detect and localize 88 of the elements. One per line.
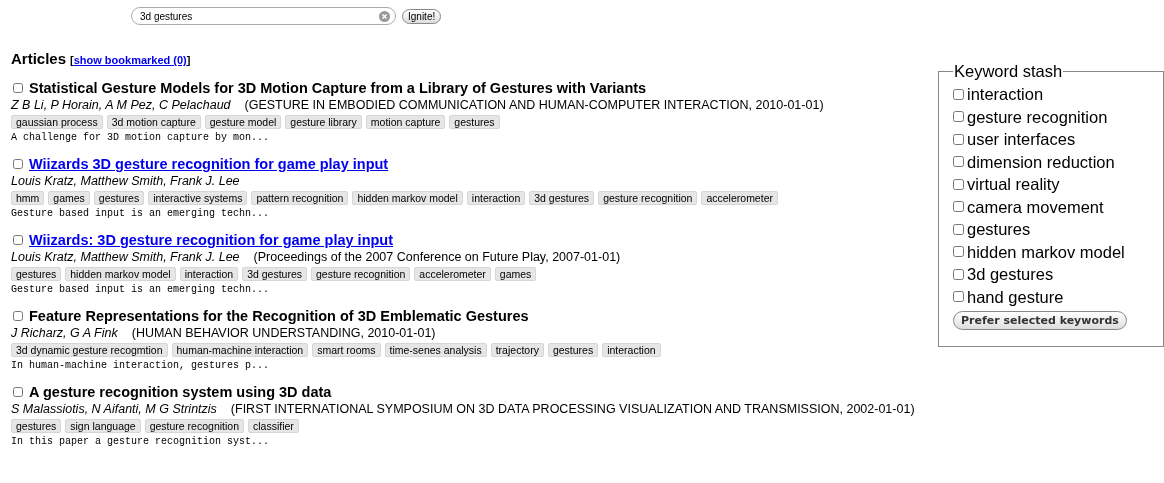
keyword-label[interactable]: virtual reality: [967, 173, 1060, 196]
keyword-label[interactable]: gestures: [967, 218, 1031, 241]
keyword-label[interactable]: dimension reduction: [967, 150, 1115, 173]
keyword-checkbox[interactable]: [953, 291, 964, 303]
keyword-label[interactable]: camera movement: [967, 195, 1104, 218]
prefer-keywords-button[interactable]: Prefer selected keywords: [953, 311, 1127, 330]
keyword-tag[interactable]: interaction: [602, 343, 661, 357]
keyword-tag[interactable]: hmm: [11, 191, 45, 205]
keyword-checkbox[interactable]: [953, 268, 964, 280]
keyword-tag[interactable]: smart rooms: [312, 343, 381, 357]
keyword-tag[interactable]: accelerometer: [414, 267, 491, 281]
article-snippet: A challenge for 3D motion capture by mon...: [11, 132, 271, 143]
clear-icon[interactable]: [379, 10, 390, 22]
keyword-tag[interactable]: classifier: [248, 419, 299, 433]
keyword-tag[interactable]: hidden markov model: [65, 267, 176, 281]
article-title-link[interactable]: Wiizards 3D gesture recognition for game play input: [29, 156, 389, 172]
bookmark-checkbox[interactable]: [13, 159, 23, 169]
article-snippet: In this paper a gesture recognition syst...: [11, 436, 271, 447]
article-authors: Z B Li, P Horain, A M Pez, C Pelachaud: [11, 98, 231, 112]
keyword-tag[interactable]: 3d motion capture: [106, 115, 201, 129]
show-bookmarked-link[interactable]: show bookmarked (0): [73, 54, 187, 66]
keyword-checkbox[interactable]: [953, 156, 964, 168]
keyword-tag[interactable]: interaction: [466, 191, 526, 205]
keyword-tag[interactable]: gestures: [449, 115, 500, 129]
keyword-checkbox[interactable]: [953, 111, 964, 123]
keyword-tag[interactable]: games: [494, 267, 537, 281]
bracket: [: [70, 54, 74, 66]
keyword-tag[interactable]: 3d gestures: [529, 191, 595, 205]
article-authors: J Richarz, G A Fink: [11, 326, 118, 340]
article-authors: Louis Kratz, Matthew Smith, Frank J. Lee: [11, 250, 240, 264]
search-input[interactable]: 3d gestures: [140, 10, 379, 22]
article-venue: (Proceedings of the 2007 Conference on Future Play, 2007-01-01): [253, 250, 621, 264]
keyword-tag[interactable]: gestures: [11, 267, 62, 281]
article-snippet: In human-machine interaction, gestures p...: [11, 360, 271, 371]
keyword-tag[interactable]: trajectory: [490, 343, 544, 357]
keyword-label[interactable]: interaction: [967, 83, 1044, 106]
keyword-label[interactable]: gesture recognition: [967, 105, 1108, 128]
keyword-tag[interactable]: time-senes analysis: [384, 343, 487, 357]
bookmark-checkbox[interactable]: [13, 83, 23, 93]
keyword-tag[interactable]: gesture recognition: [144, 419, 244, 433]
keyword-tag[interactable]: hidden markov model: [352, 191, 463, 205]
bookmark-checkbox[interactable]: [13, 311, 23, 321]
keyword-tag[interactable]: 3d dynamic gesture recogmtion: [11, 343, 168, 357]
article-title: Statistical Gesture Models for 3D Motion Capture from a Library of Gestures with Variants: [29, 80, 647, 96]
bookmark-checkbox[interactable]: [13, 387, 23, 397]
article-title: Feature Representations for the Recognition of 3D Emblematic Gestures: [29, 308, 529, 324]
keyword-tag[interactable]: motion capture: [365, 115, 446, 129]
article-authors: Louis Kratz, Matthew Smith, Frank J. Lee: [11, 174, 240, 188]
keyword-tag[interactable]: accelerometer: [701, 191, 778, 205]
keyword-tag[interactable]: games: [48, 191, 90, 205]
keyword-tag[interactable]: gesture recognition: [598, 191, 698, 205]
article-snippet: Gesture based input is an emerging techn...: [11, 284, 271, 295]
keyword-tag[interactable]: gesture model: [204, 115, 282, 129]
article-title-link[interactable]: Wiizards: 3D gesture recognition for game play input: [29, 232, 394, 248]
article-snippet: Gesture based input is an emerging techn...: [11, 208, 271, 219]
keyword-label[interactable]: hidden markov model: [967, 240, 1125, 263]
article-title: A gesture recognition system using 3D data: [29, 384, 332, 400]
keyword-label[interactable]: 3d gestures: [967, 263, 1054, 286]
bookmark-checkbox[interactable]: [13, 235, 23, 245]
keyword-tag[interactable]: gestures: [11, 419, 62, 433]
article-venue: (GESTURE IN EMBODIED COMMUNICATION AND HUMAN-COMPUTER INTERACTION, 2010-01-01): [244, 98, 824, 112]
keyword-tag[interactable]: pattern recognition: [251, 191, 349, 205]
keyword-label[interactable]: hand gesture: [967, 285, 1064, 308]
keyword-tag[interactable]: 3d gestures: [242, 267, 307, 281]
keyword-checkbox[interactable]: [953, 201, 964, 213]
keyword-tag[interactable]: human-machine interaction: [171, 343, 309, 357]
keyword-tag[interactable]: sign language: [65, 419, 141, 433]
search-field[interactable]: 3d gestures: [131, 7, 396, 25]
keyword-checkbox[interactable]: [953, 246, 964, 258]
article-venue: (FIRST INTERNATIONAL SYMPOSIUM ON 3D DATA PROCESSING VISUALIZATION AND TRANSMISSION, 2002-01-01): [230, 402, 915, 416]
keyword-tag[interactable]: gaussian process: [11, 115, 103, 129]
keyword-stash-legend: Keyword stash: [953, 62, 1064, 81]
keyword-checkbox[interactable]: [953, 133, 964, 145]
keyword-checkbox[interactable]: [953, 223, 964, 235]
keyword-label[interactable]: user interfaces: [967, 128, 1076, 151]
keyword-tag[interactable]: interaction: [179, 267, 239, 281]
article-authors: S Malassiotis, N Aifanti, M G Strintzis: [11, 402, 217, 416]
keyword-checkbox[interactable]: [953, 178, 964, 190]
bracket: ]: [186, 54, 191, 66]
keyword-tag[interactable]: gesture recognition: [311, 267, 411, 281]
articles-heading: Articles: [11, 50, 67, 67]
keyword-tag[interactable]: gestures: [547, 343, 599, 357]
keyword-tag[interactable]: interactive systems: [148, 191, 248, 205]
keyword-checkbox[interactable]: [953, 88, 964, 100]
ignite-button[interactable]: Ignite!: [402, 8, 442, 24]
keyword-tag[interactable]: gestures: [93, 191, 145, 205]
keyword-tag[interactable]: gesture library: [285, 115, 362, 129]
article-venue: (HUMAN BEHAVIOR UNDERSTANDING, 2010-01-01): [131, 326, 436, 340]
